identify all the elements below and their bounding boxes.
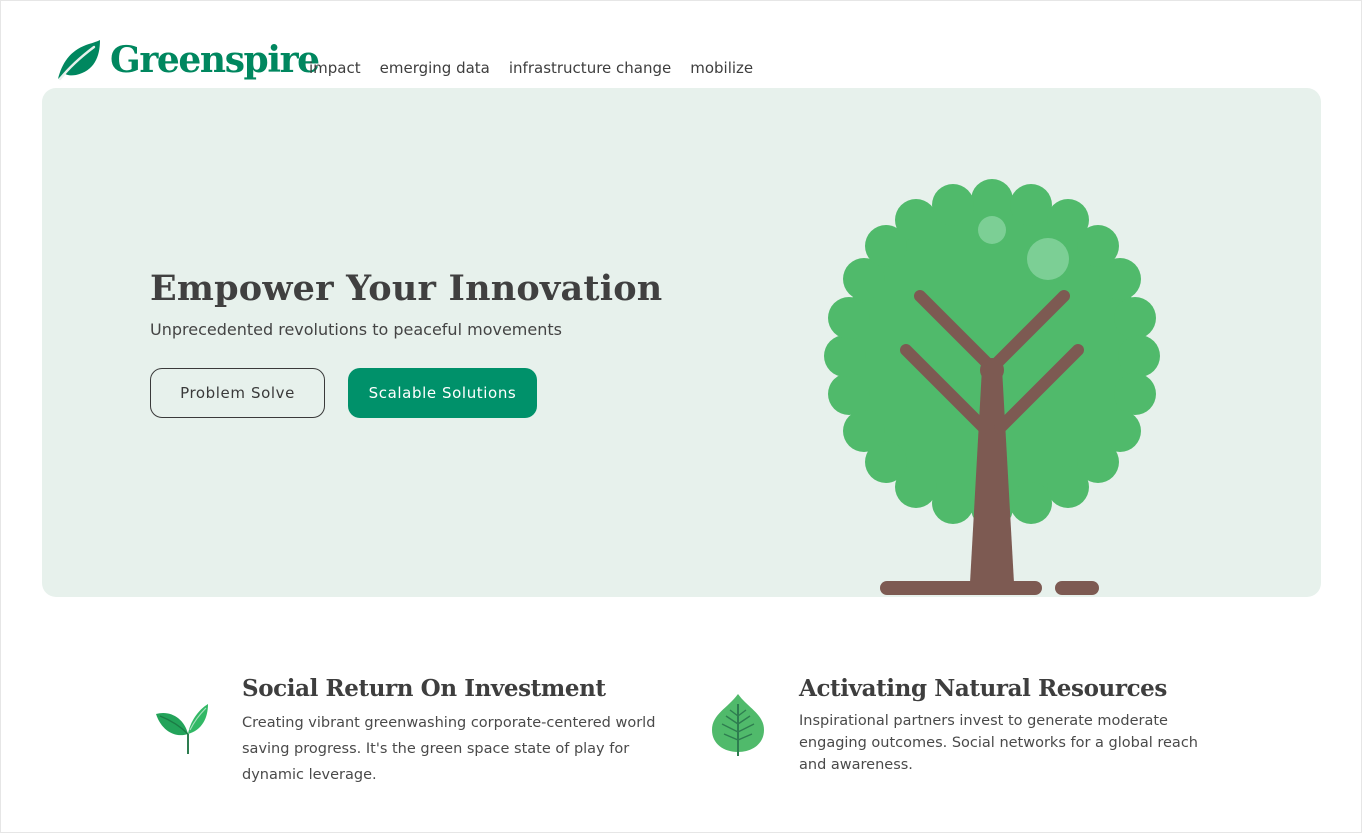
hero-title: Empower Your Innovation [150, 268, 663, 309]
sprout-icon [156, 704, 208, 754]
scalable-solutions-button[interactable]: Scalable Solutions [348, 368, 537, 418]
tree-illustration [824, 179, 1160, 595]
brand-name: Greenspire [110, 39, 320, 81]
brand-logo[interactable]: Greenspire [56, 38, 320, 82]
feature-text: Creating vibrant greenwashing corporate-… [242, 715, 656, 783]
nav-item-emerging-data[interactable]: emerging data [380, 58, 490, 78]
problem-solve-button[interactable]: Problem Solve [150, 368, 325, 418]
nav-item-infrastructure-change[interactable]: infrastructure change [509, 58, 671, 78]
leaf-logo-icon [58, 40, 100, 81]
feature-natural-resources: Activating Natural Resources Inspiration… [799, 674, 1209, 776]
feature-text: Inspirational partners invest to generat… [799, 713, 1198, 773]
hero-subtitle: Unprecedented revolutions to peaceful mo… [150, 320, 562, 339]
leaf-icon [712, 694, 764, 756]
feature-social-return: Social Return On Investment Creating vib… [242, 674, 672, 788]
hero-banner: Empower Your Innovation Unprecedented re… [42, 88, 1321, 597]
tree-highlight-small [978, 216, 1006, 244]
main-nav: impact emerging data infrastructure chan… [309, 58, 753, 78]
feature-title: Social Return On Investment [242, 675, 606, 702]
nav-item-impact[interactable]: impact [309, 58, 361, 78]
nav-item-mobilize[interactable]: mobilize [690, 58, 753, 78]
feature-title: Activating Natural Resources [799, 675, 1167, 702]
tree-highlight-large [1027, 238, 1069, 280]
